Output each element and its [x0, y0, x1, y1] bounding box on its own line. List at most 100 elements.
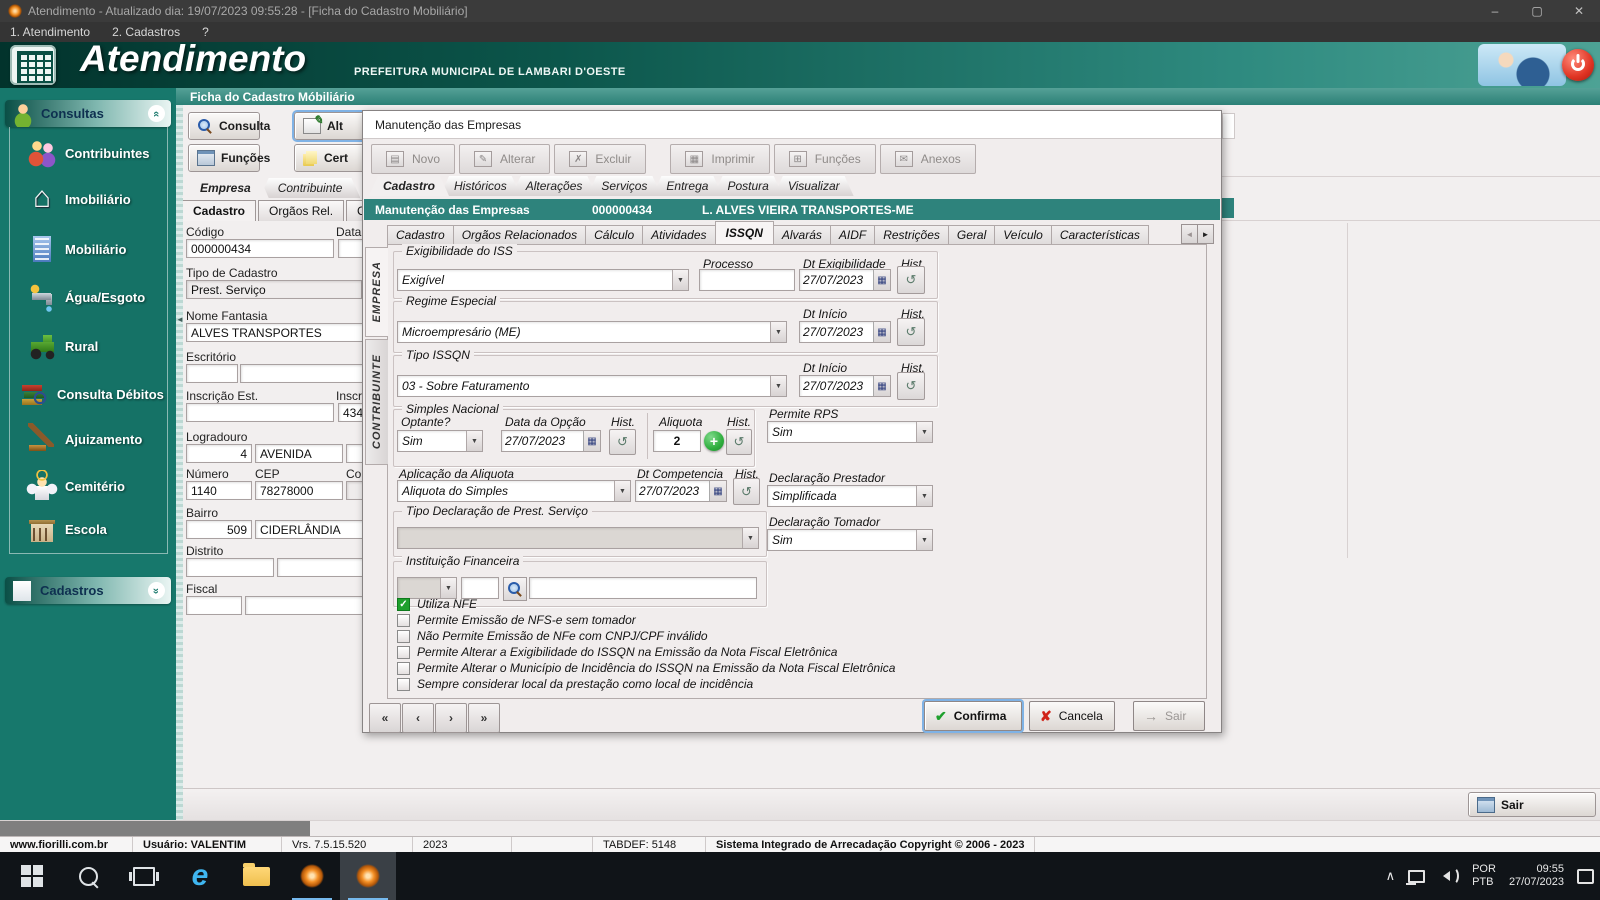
search-button[interactable] — [503, 577, 527, 601]
sidebar-item-consulta-debitos[interactable]: Consulta Débitos — [18, 377, 164, 411]
funcoes-button[interactable]: ⊞ Funções — [773, 144, 876, 174]
hidden-icons-caret[interactable]: ∧ — [1386, 868, 1396, 884]
calendar-icon[interactable]: ▦ — [709, 481, 726, 501]
sidebar-item-escola[interactable]: Escola — [26, 512, 107, 546]
dt-competencia-field[interactable]: 27/07/2023 ▦ — [635, 480, 727, 502]
cep-field[interactable]: 78278000 — [255, 481, 343, 500]
tab-postura[interactable]: Postura — [713, 176, 782, 196]
aplicacao-aliquota-select[interactable]: Aliquota do Simples ▼ — [397, 480, 631, 502]
start-button[interactable] — [4, 852, 60, 900]
instituicao-codigo-field[interactable] — [461, 577, 499, 599]
cancela-button[interactable]: ✘ Cancela — [1029, 701, 1115, 731]
tab-empresa[interactable]: Empresa — [182, 177, 269, 198]
checkbox[interactable] — [397, 661, 410, 675]
processo-field[interactable] — [699, 269, 795, 291]
data-opcao-field[interactable]: 27/07/2023 ▦ — [501, 430, 601, 452]
anexos-button[interactable]: ✉ Anexos — [879, 144, 976, 174]
checkbox[interactable] — [397, 645, 410, 659]
add-icon[interactable]: + — [704, 431, 724, 451]
escritorio-cod-field[interactable] — [186, 364, 238, 383]
nome-fantasia-field[interactable]: ALVES TRANSPORTES — [186, 323, 386, 342]
instituicao-tipo-select[interactable]: ▼ — [397, 577, 457, 599]
checkbox-local-prestacao[interactable]: Sempre considerar local da prestação com… — [397, 677, 753, 691]
checkbox[interactable] — [397, 629, 410, 643]
menu-atendimento[interactable]: 1. Atendimento — [10, 25, 90, 39]
calendar-icon[interactable]: ▦ — [873, 270, 890, 290]
tab-entrega[interactable]: Entrega — [652, 176, 722, 196]
sidebar-group-consultas[interactable]: Consultas « — [5, 100, 171, 127]
itab-atividades[interactable]: Atividades — [642, 225, 716, 244]
sair-button[interactable]: Sair — [1468, 792, 1596, 817]
menu-help[interactable]: ? — [202, 25, 209, 39]
logradouro-field[interactable]: AVENIDA — [255, 444, 343, 463]
itab-veiculo[interactable]: Veículo — [994, 225, 1052, 244]
sidebar-item-mobiliario[interactable]: Mobiliário — [26, 232, 126, 266]
chevron-down-icon[interactable]: « — [148, 582, 165, 599]
dialog-title-bar[interactable]: Manutenção das Empresas — [363, 111, 1221, 139]
novo-button[interactable]: ▤ Novo — [371, 144, 456, 174]
declaracao-prestador-select[interactable]: Simplificada ▼ — [767, 485, 933, 507]
fiorilli-app-button-2[interactable] — [340, 852, 396, 900]
dt-exigibilidade-field[interactable]: 27/07/2023 ▦ — [799, 269, 891, 291]
side-tab-contribuinte[interactable]: CONTRIBUINTE — [365, 339, 388, 465]
maximize-icon[interactable]: ▢ — [1516, 0, 1558, 22]
internet-explorer-button[interactable]: e — [172, 852, 228, 900]
tab-cadastro[interactable]: Cadastro — [369, 176, 449, 196]
itab-cadastro[interactable]: Cadastro — [387, 225, 454, 244]
file-explorer-button[interactable] — [228, 852, 284, 900]
dt-inicio-field[interactable]: 27/07/2023 ▦ — [799, 321, 891, 343]
calendar-icon[interactable]: ▦ — [873, 322, 890, 342]
sidebar-item-agua-esgoto[interactable]: Água/Esgoto — [26, 280, 145, 314]
checkbox[interactable] — [397, 677, 410, 691]
tab-scroll-right[interactable]: ► — [1197, 224, 1214, 244]
funcoes-button[interactable]: Funções — [188, 144, 270, 172]
checkbox-nfse-sem-tomador[interactable]: Permite Emissão de NFS-e sem tomador — [397, 613, 636, 627]
checkbox-alterar-exigibilidade[interactable]: Permite Alterar a Exigibilidade do ISSQN… — [397, 645, 837, 659]
bairro-cod-field[interactable]: 509 — [186, 520, 252, 539]
volume-icon[interactable] — [1438, 867, 1460, 885]
menu-cadastros[interactable]: 2. Cadastros — [112, 25, 180, 39]
itab-alvaras[interactable]: Alvarás — [772, 225, 831, 244]
history-button[interactable]: ↺ — [897, 372, 925, 400]
instituicao-nome-field[interactable] — [529, 577, 757, 599]
checkbox-utiliza-nfe[interactable]: ✓ Utiliza NFE — [397, 597, 477, 611]
tab-scroll-left[interactable]: ◄ — [1181, 224, 1198, 244]
next-record-button[interactable]: › — [435, 703, 467, 733]
fiscal-cod-field[interactable] — [186, 596, 242, 615]
clock[interactable]: 09:55 27/07/2023 — [1509, 863, 1564, 889]
close-icon[interactable]: ✕ — [1558, 0, 1600, 22]
sidebar-item-cemiterio[interactable]: Cemitério — [26, 469, 125, 503]
chevron-down-icon[interactable]: ▼ — [770, 376, 786, 396]
aliquota-field[interactable]: 2 — [653, 430, 701, 452]
checkbox[interactable] — [397, 613, 410, 627]
logradouro-cod-field[interactable]: 4 — [186, 444, 252, 463]
power-button[interactable] — [1562, 49, 1594, 81]
itab-restricoes[interactable]: Restrições — [874, 225, 949, 244]
excluir-button[interactable]: ✗ Excluir — [554, 144, 647, 174]
permite-rps-select[interactable]: Sim ▼ — [767, 421, 933, 443]
tab-servicos[interactable]: Serviços — [587, 176, 661, 196]
optante-select[interactable]: Sim ▼ — [397, 430, 483, 452]
consulta-button[interactable]: Consulta — [188, 112, 270, 140]
collapse-arrow-icon[interactable]: ◄ — [176, 315, 184, 324]
sidebar-group-cadastros[interactable]: Cadastros « — [5, 577, 171, 604]
last-record-button[interactable]: » — [468, 703, 500, 733]
itab-geral[interactable]: Geral — [947, 225, 996, 244]
subtab-cadastro[interactable]: Cadastro — [182, 200, 257, 221]
prev-record-button[interactable]: ‹ — [402, 703, 434, 733]
tipo-issqn-select[interactable]: 03 - Sobre Faturamento ▼ — [397, 375, 787, 397]
sair-button[interactable]: → Sair — [1133, 701, 1205, 731]
itab-issqn[interactable]: ISSQN — [714, 221, 774, 244]
tab-visualizar[interactable]: Visualizar — [774, 176, 854, 196]
checkbox-alterar-municipio[interactable]: Permite Alterar o Município de Incidênci… — [397, 661, 895, 675]
chevron-down-icon[interactable]: ▼ — [916, 422, 932, 442]
inscricao-est-field[interactable] — [186, 403, 334, 422]
distrito-cod-field[interactable] — [186, 558, 274, 577]
tipo-declaracao-select[interactable]: ▼ — [397, 527, 759, 549]
history-button[interactable]: ↺ — [726, 429, 752, 455]
tab-alteracoes[interactable]: Alterações — [512, 176, 597, 196]
task-view-button[interactable] — [116, 852, 172, 900]
chevron-down-icon[interactable]: ▼ — [916, 530, 932, 550]
sidebar-item-contribuintes[interactable]: Contribuintes — [26, 136, 150, 170]
splitter-handle[interactable]: ◄ — [176, 105, 184, 820]
